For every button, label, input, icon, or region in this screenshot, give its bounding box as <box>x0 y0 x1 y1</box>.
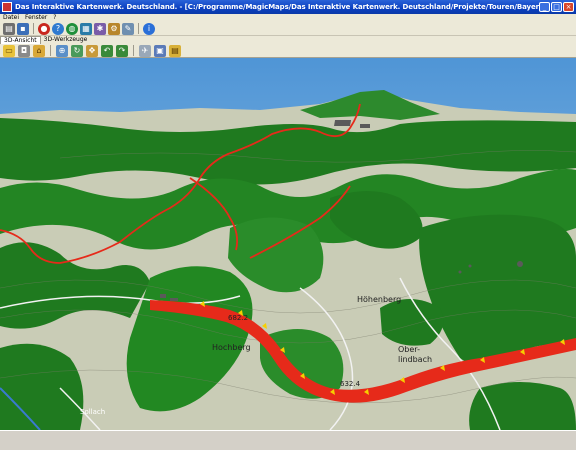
document-icon[interactable]: ▭ <box>3 44 15 57</box>
label-ober-lindbach-1: Ober- <box>398 345 420 354</box>
print-icon[interactable]: ▤ <box>3 22 15 35</box>
redo-icon[interactable]: ↷ <box>116 44 128 57</box>
forest-patch-right <box>469 382 576 430</box>
rotate-icon[interactable]: ↻ <box>71 44 83 57</box>
flight-icon[interactable]: ✈ <box>139 44 151 57</box>
app-icon <box>2 2 12 12</box>
label-elevation-1: 682.2 <box>228 314 248 322</box>
label-hochberg: Hochberg <box>212 343 251 352</box>
map-icon[interactable]: ▦ <box>80 22 92 35</box>
toolbar-separator <box>33 23 34 34</box>
tools-icon[interactable]: ✱ <box>94 22 106 35</box>
info-icon[interactable]: i <box>143 22 155 35</box>
undo-icon[interactable]: ↶ <box>101 44 113 57</box>
label-ober-lindbach-2: lindbach <box>398 355 432 364</box>
label-elevation-2: 632.4 <box>340 380 361 388</box>
toolbar-separator <box>133 45 134 56</box>
status-bar <box>0 430 576 450</box>
move-icon[interactable]: ✥ <box>86 44 98 57</box>
minimize-button[interactable]: _ <box>539 2 550 12</box>
globe-icon[interactable]: ◍ <box>66 22 78 35</box>
main-toolbar: ▤ ▪ ● ? ◍ ▦ ✱ ⚙ ✎ i <box>0 22 576 36</box>
edit-icon[interactable]: ✎ <box>122 22 134 35</box>
toolbar-separator <box>50 45 51 56</box>
stop-icon[interactable]: ● <box>38 22 50 35</box>
save-icon[interactable]: ▪ <box>17 22 29 35</box>
toolbar-separator <box>138 23 139 34</box>
close-button[interactable]: × <box>563 2 574 12</box>
export-icon[interactable]: ▤ <box>169 44 181 57</box>
screenshot-icon[interactable]: ▣ <box>154 44 166 57</box>
menu-datei[interactable]: Datei <box>0 14 22 22</box>
menu-fenster[interactable]: Fenster <box>22 14 50 22</box>
tab-bar: 3D-Ansicht 3D-Werkzeuge <box>0 36 576 44</box>
window-controls: _ □ × <box>539 2 574 12</box>
zoom-icon[interactable]: ⊕ <box>56 44 68 57</box>
label-road: Sollach <box>80 408 105 416</box>
tab-3d-werkzeuge[interactable]: 3D-Werkzeuge <box>41 36 91 44</box>
forest-patch-2 <box>380 299 444 346</box>
settings-icon[interactable]: ⚙ <box>108 22 120 35</box>
tab-3d-ansicht[interactable]: 3D-Ansicht <box>0 36 41 44</box>
title-bar: Das Interaktive Kartenwerk. Deutschland.… <box>0 0 576 14</box>
menu-help[interactable]: ? <box>50 14 59 22</box>
camera-icon[interactable]: ◘ <box>18 44 30 57</box>
maximize-button[interactable]: □ <box>551 2 562 12</box>
label-hohenberg: Höhenberg <box>357 295 401 304</box>
home-icon[interactable]: ⌂ <box>33 44 45 57</box>
3d-map-view[interactable]: Hochberg Höhenberg Ober- lindbach 682.2 … <box>0 58 576 430</box>
menu-bar: Datei Fenster ? <box>0 14 576 22</box>
terrain-render: Hochberg Höhenberg Ober- lindbach 682.2 … <box>0 58 576 430</box>
help-icon[interactable]: ? <box>52 22 64 35</box>
window-title: Das Interaktive Kartenwerk. Deutschland.… <box>15 3 539 11</box>
view-toolbar: ▭ ◘ ⌂ ⊕ ↻ ✥ ↶ ↷ ✈ ▣ ▤ <box>0 44 576 58</box>
